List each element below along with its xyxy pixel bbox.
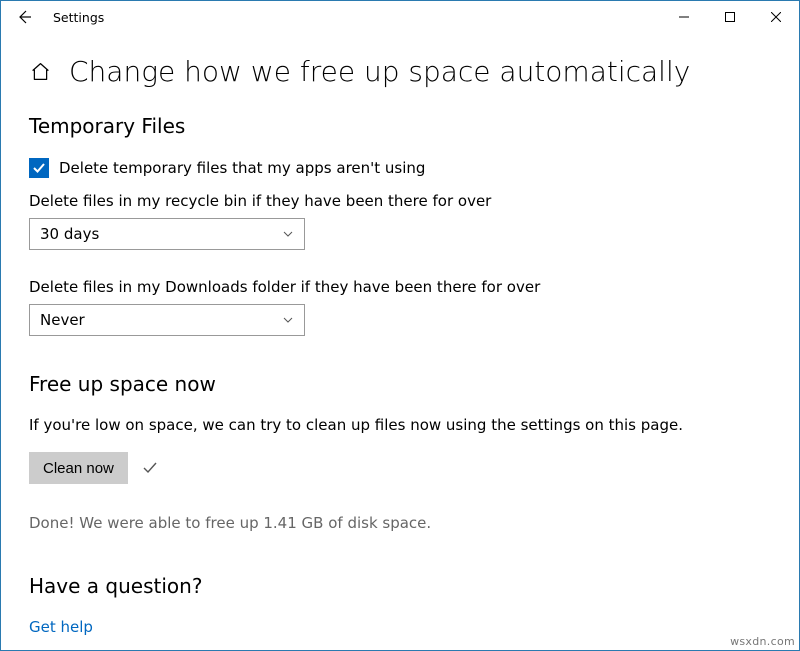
recycle-bin-select[interactable]: 30 days <box>29 218 305 250</box>
get-help-link[interactable]: Get help <box>29 618 771 636</box>
minimize-button[interactable] <box>661 1 707 33</box>
section-heading-free: Free up space now <box>29 372 771 396</box>
delete-temp-checkbox-row[interactable]: Delete temporary files that my apps aren… <box>29 158 771 178</box>
section-heading-temp: Temporary Files <box>29 114 771 138</box>
section-heading-question: Have a question? <box>29 574 771 598</box>
recycle-bin-label: Delete files in my recycle bin if they h… <box>29 192 771 210</box>
content-area: Change how we free up space automaticall… <box>1 33 799 636</box>
recycle-bin-select-value: 30 days <box>40 225 99 243</box>
app-title: Settings <box>53 10 104 25</box>
home-icon[interactable] <box>29 61 51 83</box>
downloads-label: Delete files in my Downloads folder if t… <box>29 278 771 296</box>
close-button[interactable] <box>753 1 799 33</box>
checkmark-icon <box>142 460 158 476</box>
chevron-down-icon <box>282 314 294 326</box>
page-header: Change how we free up space automaticall… <box>29 55 771 88</box>
maximize-button[interactable] <box>707 1 753 33</box>
downloads-select-value: Never <box>40 311 85 329</box>
page-title: Change how we free up space automaticall… <box>69 55 690 88</box>
clean-button-row: Clean now <box>29 452 771 484</box>
clean-status: Done! We were able to free up 1.41 GB of… <box>29 514 771 532</box>
watermark: wsxdn.com <box>730 635 795 648</box>
titlebar: Settings <box>1 1 799 33</box>
back-button[interactable] <box>15 8 33 26</box>
window-controls <box>661 1 799 33</box>
chevron-down-icon <box>282 228 294 240</box>
checkbox-checked-icon[interactable] <box>29 158 49 178</box>
clean-now-button[interactable]: Clean now <box>29 452 128 484</box>
downloads-select[interactable]: Never <box>29 304 305 336</box>
free-desc: If you're low on space, we can try to cl… <box>29 416 771 434</box>
delete-temp-checkbox-label: Delete temporary files that my apps aren… <box>59 159 425 177</box>
